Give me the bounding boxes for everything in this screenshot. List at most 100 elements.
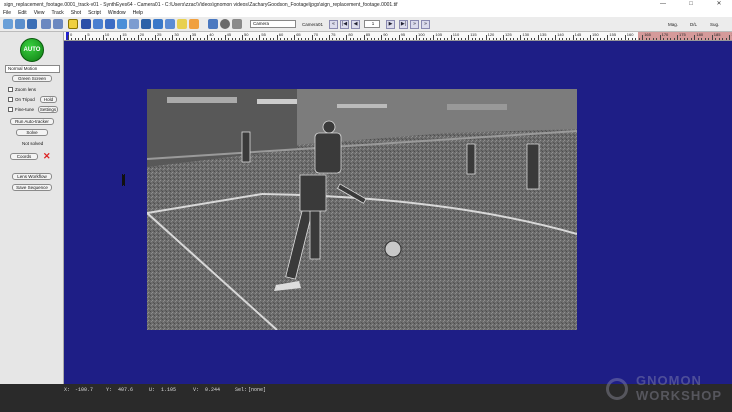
ruler-minor-tick <box>558 38 560 40</box>
frame-field[interactable]: 1 <box>364 20 380 28</box>
tracker-icon[interactable] <box>129 19 139 29</box>
ruler-minor-tick <box>262 38 264 40</box>
dl-label[interactable]: D/L <box>690 22 697 27</box>
ruler-label: 155 <box>609 32 617 37</box>
ruler-minor-tick <box>562 38 564 40</box>
ruler-minor-tick <box>718 38 720 40</box>
new-icon[interactable] <box>3 19 13 29</box>
next-frame-button[interactable]: ▶ <box>386 20 395 29</box>
ruler-minor-tick <box>200 38 202 40</box>
ruler-major-tick <box>311 35 313 40</box>
camera-select[interactable]: Camera <box>250 20 296 28</box>
prev-frame-button[interactable]: ◀ <box>351 20 360 29</box>
sigma-icon[interactable] <box>68 19 78 29</box>
ruler-major-tick <box>68 35 69 40</box>
fit-icon[interactable] <box>232 19 242 29</box>
ruler-minor-tick <box>151 38 153 40</box>
ruler-major-tick <box>224 35 226 40</box>
minimize-button[interactable]: — <box>651 0 675 9</box>
hold-button[interactable]: Hold <box>40 96 57 103</box>
ruler-major-tick <box>294 35 296 40</box>
camera-view-icon[interactable] <box>81 19 91 29</box>
ruler-label: 115 <box>470 32 477 37</box>
menu-help[interactable]: Help <box>133 10 143 16</box>
green-screen-button[interactable]: Green Screen <box>12 75 52 82</box>
ruler-minor-tick <box>99 38 101 40</box>
graph-icon[interactable] <box>117 19 127 29</box>
ruler-minor-tick <box>645 38 647 40</box>
ruler-minor-tick <box>583 38 585 40</box>
ruler-label: 35 <box>191 32 197 37</box>
timeline-ruler[interactable]: 0 5 10 15 20 25 30 35 40 45 50 55 60 65 70 75 80 85 90 95 10… <box>64 32 732 41</box>
ruler-minor-tick <box>210 38 212 40</box>
fast-forward-button[interactable]: » <box>410 20 419 29</box>
play-button[interactable]: » <box>421 20 430 29</box>
warning-icon[interactable] <box>189 19 199 29</box>
open-icon[interactable] <box>15 19 25 29</box>
ruler-major-tick <box>729 35 731 40</box>
auto-button[interactable]: AUTO <box>20 38 44 62</box>
ruler-label: 145 <box>574 32 582 37</box>
ruler-minor-tick <box>228 38 230 40</box>
settings-button[interactable]: Settings <box>38 106 58 113</box>
menu-window[interactable]: Window <box>108 10 126 16</box>
footage-frame[interactable] <box>147 89 577 330</box>
toolbar: Camera Camera01 « |◀ ◀ 1 ▶ ▶| » » Mag. D… <box>0 17 732 32</box>
ruler-minor-tick <box>492 38 494 40</box>
undo-icon[interactable] <box>41 19 51 29</box>
save-sequence-button[interactable]: Save Sequence <box>12 184 52 191</box>
motion-preset-select[interactable]: Normal Motion <box>5 65 60 73</box>
solve-button[interactable]: Solve <box>16 129 48 136</box>
ruler-minor-tick <box>600 38 602 40</box>
ruler-minor-tick <box>496 38 498 40</box>
run-auto-tracker-button[interactable]: Run Auto-tracker <box>10 118 54 125</box>
mag-label[interactable]: Mag. <box>668 22 678 27</box>
ruler-minor-tick <box>92 38 94 40</box>
zoom-icon[interactable] <box>220 19 230 29</box>
ruler-major-tick <box>346 35 348 40</box>
rewind-button[interactable]: « <box>329 20 338 29</box>
menu-shot[interactable]: Shot <box>71 10 81 16</box>
save-icon[interactable] <box>27 19 37 29</box>
cancel-icon[interactable]: ✕ <box>43 152 52 161</box>
solver-icon[interactable] <box>153 19 163 29</box>
phase-icon[interactable] <box>165 19 175 29</box>
mesh-icon[interactable] <box>141 19 151 29</box>
redo-icon[interactable] <box>53 19 63 29</box>
lens-icon[interactable] <box>105 19 115 29</box>
last-frame-button[interactable]: ▶| <box>399 20 408 29</box>
menu-track[interactable]: Track <box>51 10 63 16</box>
ruler-minor-tick <box>269 38 271 40</box>
ruler-label: 40 <box>209 32 214 37</box>
lens-workflow-button[interactable]: Lens Workflow <box>12 173 52 180</box>
zoom-lens-checkbox[interactable] <box>8 87 13 92</box>
ruler-label: 120 <box>487 32 495 37</box>
ruler-minor-tick <box>461 38 463 40</box>
ruler-minor-tick <box>283 38 285 40</box>
ruler-minor-tick <box>196 38 198 40</box>
maximize-button[interactable]: □ <box>679 0 703 9</box>
ruler-minor-tick <box>304 38 306 40</box>
coords-button[interactable]: Coords <box>10 153 38 160</box>
menu-view[interactable]: View <box>34 10 45 16</box>
menu-script[interactable]: Script <box>88 10 101 16</box>
close-button[interactable]: ✕ <box>707 0 731 9</box>
on-tripod-checkbox[interactable] <box>8 97 13 102</box>
ruler-minor-tick <box>464 38 466 40</box>
fine-tune-checkbox[interactable] <box>8 107 13 112</box>
ruler-minor-tick <box>614 38 616 40</box>
ruler-label: 110 <box>452 32 460 37</box>
ruler-major-tick <box>572 35 574 40</box>
first-frame-button[interactable]: |◀ <box>340 20 349 29</box>
menu-edit[interactable]: Edit <box>18 10 27 16</box>
ruler-minor-tick <box>426 38 428 40</box>
light-icon[interactable] <box>177 19 187 29</box>
menu-file[interactable]: File <box>3 10 11 16</box>
ruler-minor-tick <box>652 38 654 40</box>
perspective-icon[interactable] <box>93 19 103 29</box>
sug-label[interactable]: Sug. <box>710 22 719 27</box>
ruler-major-tick <box>503 35 504 40</box>
ruler-minor-tick <box>708 38 710 40</box>
ruler-label: 95 <box>400 32 406 37</box>
forward-icon[interactable] <box>208 19 218 29</box>
